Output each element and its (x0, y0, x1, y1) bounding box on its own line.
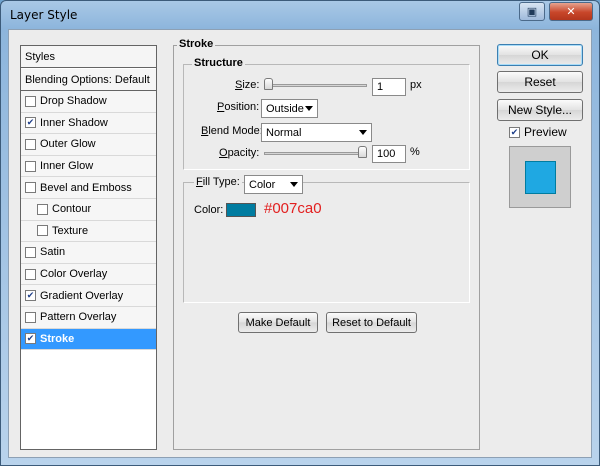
styles-panel: Styles Blending Options: Default Drop Sh… (20, 45, 157, 450)
reset-to-default-button[interactable]: Reset to Default (326, 312, 417, 333)
stroke-group: Stroke Structure Size: 1 px Position: Ou… (173, 38, 480, 450)
style-item-label: Outer Glow (40, 138, 96, 151)
checkbox-icon[interactable] (37, 203, 48, 215)
preview-checkbox[interactable]: ✔ Preview (509, 125, 567, 139)
layer-style-window: Layer Style ▣ ✕ Styles Blending Options:… (0, 0, 600, 466)
fill-type-value: Color (249, 179, 276, 191)
style-item-satin[interactable]: Satin (21, 242, 156, 264)
style-preview (509, 146, 571, 208)
new-style-label: New Style... (507, 103, 573, 117)
new-style-button[interactable]: New Style... (497, 99, 583, 121)
style-item-gradient-overlay[interactable]: ✔ Gradient Overlay (21, 285, 156, 307)
size-input[interactable]: 1 (372, 78, 406, 96)
style-item-outer-glow[interactable]: Outer Glow (21, 134, 156, 156)
structure-title: Structure (192, 57, 245, 69)
opacity-input[interactable]: 100 (372, 145, 406, 163)
dialog-client: Styles Blending Options: Default Drop Sh… (8, 29, 592, 458)
help-button[interactable]: ▣ (519, 2, 545, 21)
style-item-texture[interactable]: Texture (21, 220, 156, 243)
position-label: Position: (217, 101, 260, 113)
style-items-list: Drop Shadow ✔ Inner Shadow Outer Glow Inner … (21, 91, 156, 351)
preview-swatch (524, 160, 556, 194)
checkbox-icon[interactable] (25, 311, 36, 323)
position-value: Outside (266, 103, 304, 115)
title-bar: Layer Style ▣ ✕ (1, 1, 599, 28)
style-item-inner-glow[interactable]: Inner Glow (21, 155, 156, 178)
chevron-down-icon (305, 106, 313, 111)
style-item-stroke[interactable]: ✔ Stroke (21, 328, 156, 351)
checkbox-icon[interactable] (25, 182, 36, 194)
style-item-label: Stroke (40, 332, 75, 345)
style-item-pattern-overlay[interactable]: Pattern Overlay (21, 306, 156, 329)
size-slider[interactable] (264, 84, 367, 87)
style-item-label: Bevel and Emboss (40, 181, 132, 194)
window-title: Layer Style (10, 8, 78, 22)
opacity-label: Opacity: (219, 147, 260, 159)
make-default-button[interactable]: Make Default (238, 312, 318, 333)
fill-group: Fill Type: Color Color: #007ca0 (183, 175, 470, 303)
fill-type-label: Fill Type: (194, 176, 242, 188)
checkbox-icon: ✔ (509, 126, 520, 138)
style-item-color-overlay[interactable]: Color Overlay (21, 263, 156, 286)
reset-button[interactable]: Reset (497, 71, 583, 93)
checkbox-icon[interactable] (25, 246, 36, 258)
checkbox-icon[interactable] (25, 95, 36, 107)
style-item-label: Satin (40, 246, 66, 259)
style-item-label: Contour (52, 203, 92, 216)
checkmark-icon[interactable]: ✔ (25, 333, 36, 345)
size-slider-thumb[interactable] (264, 78, 273, 90)
size-label: Size: (235, 79, 260, 91)
style-item-label: Texture (52, 224, 89, 237)
structure-group: Structure Size: 1 px Position: Outside B… (183, 57, 470, 170)
style-item-label: Color Overlay (40, 268, 108, 281)
stroke-group-title: Stroke (177, 38, 216, 50)
fill-type-select[interactable]: Color (244, 175, 303, 194)
color-label: Color: (194, 204, 224, 216)
style-item-label: Gradient Overlay (40, 289, 124, 302)
close-button[interactable]: ✕ (549, 2, 593, 21)
style-item-label: Pattern Overlay (40, 311, 117, 324)
close-icon: ✕ (566, 6, 576, 18)
chevron-down-icon (290, 182, 298, 187)
stroke-color-swatch[interactable] (226, 203, 256, 217)
blend-mode-select[interactable]: Normal (261, 123, 372, 142)
checkbox-icon[interactable] (37, 225, 48, 237)
size-unit: px (410, 79, 422, 91)
style-item-inner-shadow[interactable]: ✔ Inner Shadow (21, 112, 156, 135)
style-item-label: Inner Shadow (40, 116, 108, 129)
style-item-bevel-and-emboss[interactable]: Bevel and Emboss (21, 177, 156, 199)
style-item-label: Drop Shadow (40, 95, 107, 108)
ok-button[interactable]: OK (497, 44, 583, 66)
help-icon: ▣ (526, 6, 538, 18)
blend-mode-value: Normal (266, 127, 302, 139)
style-item-label: Inner Glow (40, 160, 94, 173)
style-item-drop-shadow[interactable]: Drop Shadow (21, 91, 156, 113)
style-item-contour[interactable]: Contour (21, 198, 156, 221)
checkmark-icon[interactable]: ✔ (25, 290, 36, 302)
opacity-slider[interactable] (264, 152, 367, 155)
checkmark-icon[interactable]: ✔ (25, 117, 36, 129)
opacity-unit: % (410, 146, 420, 158)
checkbox-icon[interactable] (25, 160, 36, 172)
blend-mode-label: Blend Mode: (201, 125, 263, 137)
preview-label: Preview (524, 125, 567, 139)
color-hex-annotation: #007ca0 (264, 200, 322, 217)
styles-header[interactable]: Styles (21, 46, 156, 68)
checkbox-icon[interactable] (25, 138, 36, 150)
chevron-down-icon (359, 130, 367, 135)
opacity-slider-thumb[interactable] (358, 146, 367, 158)
position-select[interactable]: Outside (261, 99, 318, 118)
blending-options-item[interactable]: Blending Options: Default (21, 69, 156, 91)
checkbox-icon[interactable] (25, 268, 36, 280)
